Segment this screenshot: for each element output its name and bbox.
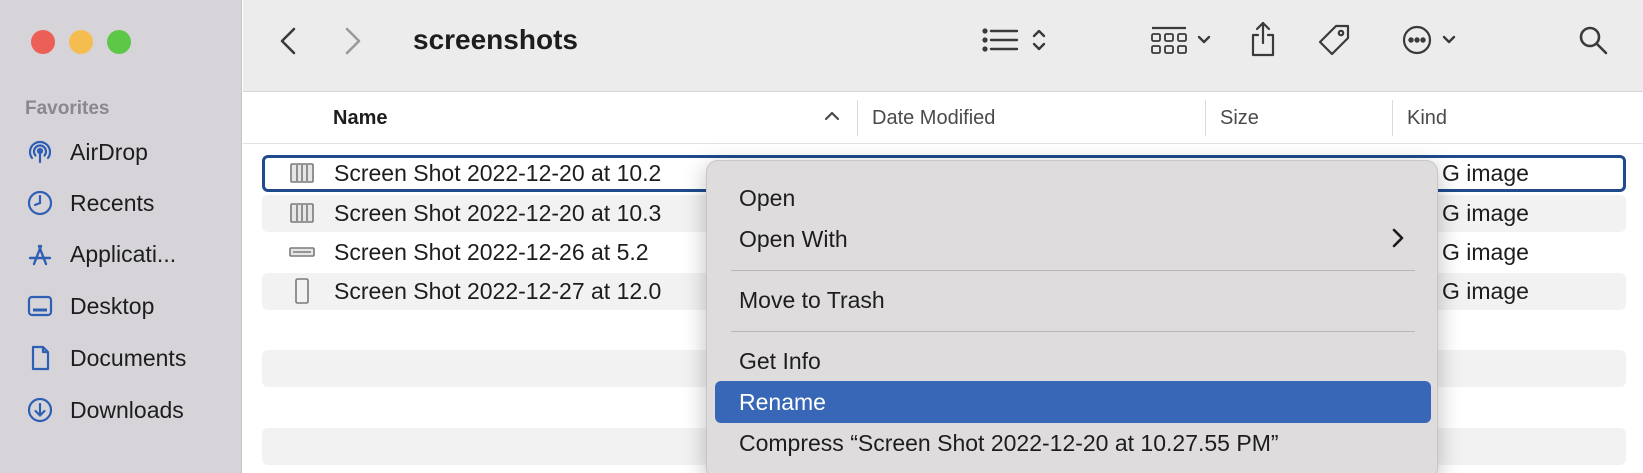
chevron-down-icon <box>1441 33 1457 51</box>
menu-item-rename[interactable]: Rename <box>715 381 1431 423</box>
sidebar-item-label: Downloads <box>70 396 184 423</box>
column-header-date-modified[interactable]: Date Modified <box>872 92 995 144</box>
sidebar-item-label: Documents <box>70 344 187 371</box>
favorites-heading: Favorites <box>25 98 110 119</box>
menu-separator <box>731 270 1415 271</box>
column-header-name[interactable]: Name <box>333 92 387 144</box>
group-button[interactable] <box>1143 24 1219 60</box>
grid-icon <box>1150 25 1188 60</box>
image-file-icon <box>289 160 315 186</box>
menu-item-compress[interactable]: Compress “Screen Shot 2022-12-20 at 10.2… <box>715 422 1431 464</box>
forward-button[interactable] <box>338 26 368 60</box>
chevron-right-icon <box>1391 227 1405 255</box>
column-header-size[interactable]: Size <box>1220 92 1259 144</box>
menu-item-label: Rename <box>739 388 826 415</box>
sort-ascending-icon[interactable] <box>823 110 841 122</box>
column-header-kind[interactable]: Kind <box>1407 92 1447 144</box>
zoom-window-button[interactable] <box>107 30 131 54</box>
chevron-down-icon <box>1196 33 1212 51</box>
list-view-icon <box>981 26 1021 59</box>
file-kind: G image <box>1442 160 1529 186</box>
share-button[interactable] <box>1243 20 1283 62</box>
share-icon <box>1248 20 1278 63</box>
download-icon <box>24 394 56 426</box>
file-kind: G image <box>1442 239 1529 265</box>
close-window-button[interactable] <box>31 30 55 54</box>
tag-button[interactable] <box>1313 22 1355 62</box>
sidebar-item-downloads[interactable]: Downloads <box>24 390 184 430</box>
image-file-icon <box>289 200 315 226</box>
sidebar-item-airdrop[interactable]: AirDrop <box>24 132 148 172</box>
sidebar-item-label: Desktop <box>70 292 155 319</box>
minimize-window-button[interactable] <box>69 30 93 54</box>
image-file-icon <box>289 239 315 265</box>
sidebar-item-recents[interactable]: Recents <box>24 183 154 223</box>
menu-item-label: Move to Trash <box>739 286 885 313</box>
back-button[interactable] <box>273 26 303 60</box>
sidebar: Favorites AirDrop Recents Applicati... D… <box>0 0 242 473</box>
sidebar-item-label: Recents <box>70 189 155 216</box>
chevron-up-down-icon <box>1031 26 1047 59</box>
sidebar-item-desktop[interactable]: Desktop <box>24 286 154 326</box>
context-menu: Open Open With Move to Trash Get Info Re… <box>706 160 1438 473</box>
search-icon <box>1577 24 1609 61</box>
document-icon <box>24 342 56 374</box>
menu-item-label: Get Info <box>739 347 821 374</box>
menu-item-label: Open With <box>739 225 848 252</box>
search-button[interactable] <box>1573 22 1613 62</box>
sidebar-item-label: Applicati... <box>70 240 177 267</box>
toolbar: screenshots <box>243 0 1643 92</box>
menu-item-open-with[interactable]: Open With <box>715 218 1431 260</box>
clock-icon <box>24 187 56 219</box>
column-separator[interactable] <box>1205 100 1206 136</box>
sidebar-item-label: AirDrop <box>70 138 148 165</box>
image-file-icon <box>289 278 315 304</box>
file-name: Screen Shot 2022-12-26 at 5.2 <box>334 239 649 265</box>
sidebar-item-documents[interactable]: Documents <box>24 338 186 378</box>
column-separator[interactable] <box>857 100 858 136</box>
ellipsis-circle-icon <box>1401 24 1433 61</box>
file-kind: G image <box>1442 200 1529 226</box>
sidebar-item-applications[interactable]: Applicati... <box>24 234 176 274</box>
desktop-icon <box>24 290 56 322</box>
menu-item-get-info[interactable]: Get Info <box>715 340 1431 382</box>
airdrop-icon <box>24 136 56 168</box>
file-name: Screen Shot 2022-12-20 at 10.3 <box>334 200 662 226</box>
file-kind: G image <box>1442 278 1529 304</box>
more-actions-button[interactable] <box>1393 24 1465 60</box>
window-title: screenshots <box>413 24 578 55</box>
column-separator[interactable] <box>1392 100 1393 136</box>
chevron-right-icon <box>344 26 362 61</box>
column-header-bar: Name Date Modified Size Kind <box>243 92 1643 144</box>
view-options-button[interactable] <box>971 24 1057 60</box>
tag-icon <box>1316 22 1352 63</box>
menu-separator <box>731 331 1415 332</box>
menu-item-label: Open <box>739 184 796 211</box>
applications-icon <box>24 238 56 270</box>
file-name: Screen Shot 2022-12-27 at 12.0 <box>334 278 662 304</box>
menu-item-open[interactable]: Open <box>715 177 1431 219</box>
menu-item-label: Compress “Screen Shot 2022-12-20 at 10.2… <box>739 429 1279 456</box>
file-name: Screen Shot 2022-12-20 at 10.2 <box>334 160 662 186</box>
chevron-left-icon <box>279 26 297 61</box>
menu-item-move-to-trash[interactable]: Move to Trash <box>715 279 1431 321</box>
